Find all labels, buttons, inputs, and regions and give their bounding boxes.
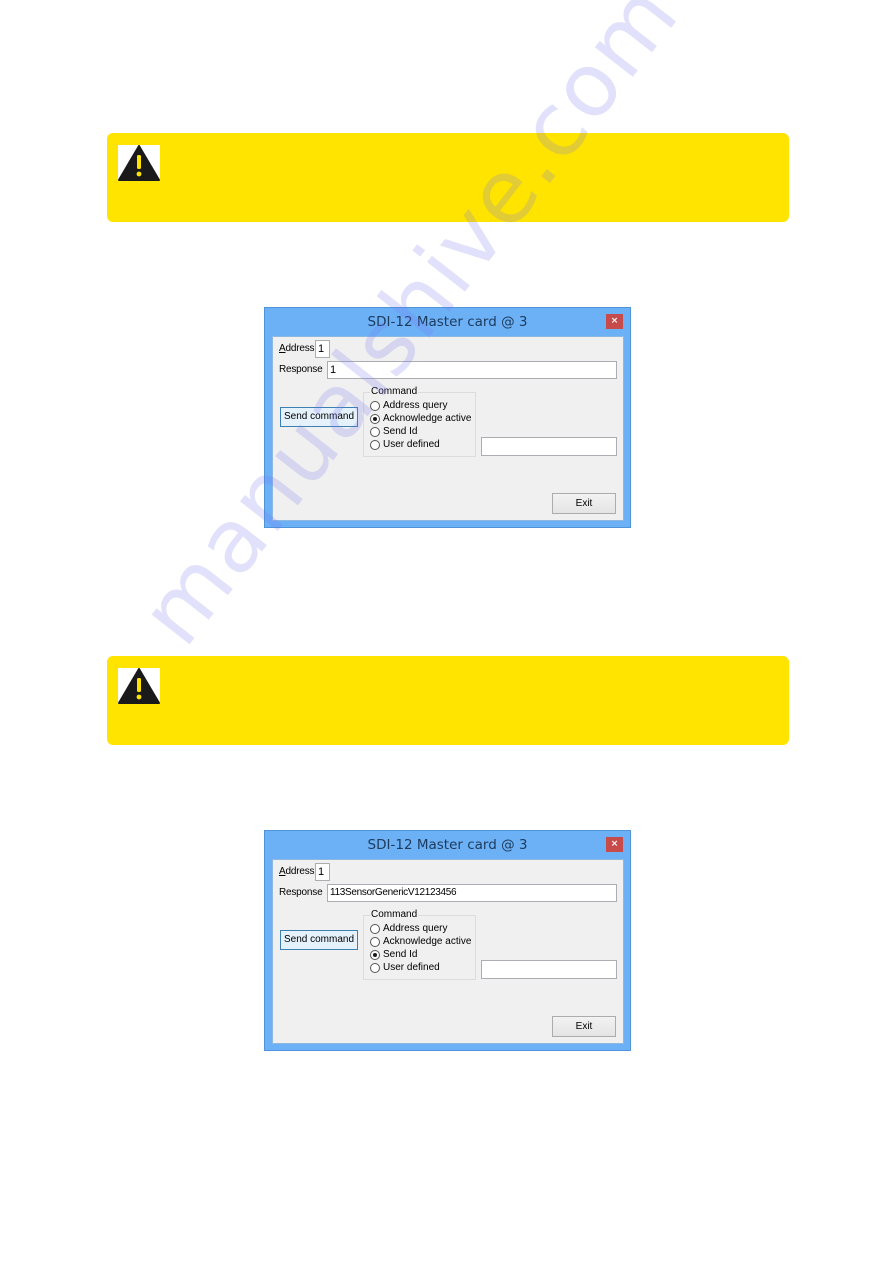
radio-label: Acknowledge active	[383, 413, 472, 424]
radio-send-id[interactable]: Send Id	[370, 425, 417, 438]
radio-label: User defined	[383, 962, 440, 973]
address-label-rest: ddress	[285, 866, 315, 877]
dialog-client-area: Address 1 Response 1 Send command Comman…	[272, 336, 624, 521]
radio-label: Acknowledge active	[383, 936, 472, 947]
radio-label: Send Id	[383, 426, 418, 437]
warning-triangle-icon	[118, 145, 160, 181]
command-group: Command Address query Acknowledge active…	[363, 909, 476, 980]
sdi12-dialog: SDI-12 Master card @ 3 × Address 1 Respo…	[264, 307, 631, 528]
address-label: Address	[279, 343, 315, 354]
response-field[interactable]: 1	[327, 361, 617, 379]
sdi12-dialog: SDI-12 Master card @ 3 × Address 1 Respo…	[264, 830, 631, 1051]
command-group-label: Command	[370, 386, 419, 397]
address-label-rest: ddress	[285, 343, 315, 354]
send-command-button[interactable]: Send command	[280, 407, 358, 427]
radio-label: Send Id	[383, 949, 418, 960]
warning-box	[107, 133, 789, 222]
warning-triangle-icon	[118, 668, 160, 704]
exit-button[interactable]: Exit	[552, 1016, 616, 1037]
radio-button-icon	[370, 426, 380, 437]
radio-acknowledge-active[interactable]: Acknowledge active	[370, 935, 471, 948]
radio-button-icon	[370, 923, 380, 934]
radio-address-query[interactable]: Address query	[370, 399, 447, 412]
window-title: SDI-12 Master card @ 3	[367, 314, 528, 330]
command-group: Command Address query Acknowledge active…	[363, 386, 476, 457]
radio-send-id[interactable]: Send Id	[370, 948, 417, 961]
radio-label: Address query	[383, 400, 448, 411]
close-button[interactable]: ×	[606, 314, 623, 329]
radio-user-defined[interactable]: User defined	[370, 438, 440, 451]
user-defined-command-input[interactable]	[481, 960, 617, 979]
address-input[interactable]: 1	[315, 863, 330, 881]
radio-button-icon	[370, 962, 380, 973]
warning-box	[107, 656, 789, 745]
response-label: Response	[279, 887, 323, 898]
response-label: Response	[279, 364, 323, 375]
radio-button-icon	[370, 936, 380, 947]
radio-user-defined[interactable]: User defined	[370, 961, 440, 974]
address-label: Address	[279, 866, 315, 877]
radio-button-selected-icon	[370, 949, 380, 960]
radio-button-selected-icon	[370, 413, 380, 424]
command-group-label: Command	[370, 909, 419, 920]
user-defined-command-input[interactable]	[481, 437, 617, 456]
dialog-client-area: Address 1 Response 113SensorGenericV1212…	[272, 859, 624, 1044]
radio-acknowledge-active[interactable]: Acknowledge active	[370, 412, 471, 425]
exit-button[interactable]: Exit	[552, 493, 616, 514]
address-input[interactable]: 1	[315, 340, 330, 358]
radio-label: Address query	[383, 923, 448, 934]
window-title: SDI-12 Master card @ 3	[367, 837, 528, 853]
response-field[interactable]: 113SensorGenericV12123456	[327, 884, 617, 902]
radio-label: User defined	[383, 439, 440, 450]
radio-button-icon	[370, 400, 380, 411]
close-button[interactable]: ×	[606, 837, 623, 852]
radio-address-query[interactable]: Address query	[370, 922, 447, 935]
radio-button-icon	[370, 439, 380, 450]
send-command-button[interactable]: Send command	[280, 930, 358, 950]
